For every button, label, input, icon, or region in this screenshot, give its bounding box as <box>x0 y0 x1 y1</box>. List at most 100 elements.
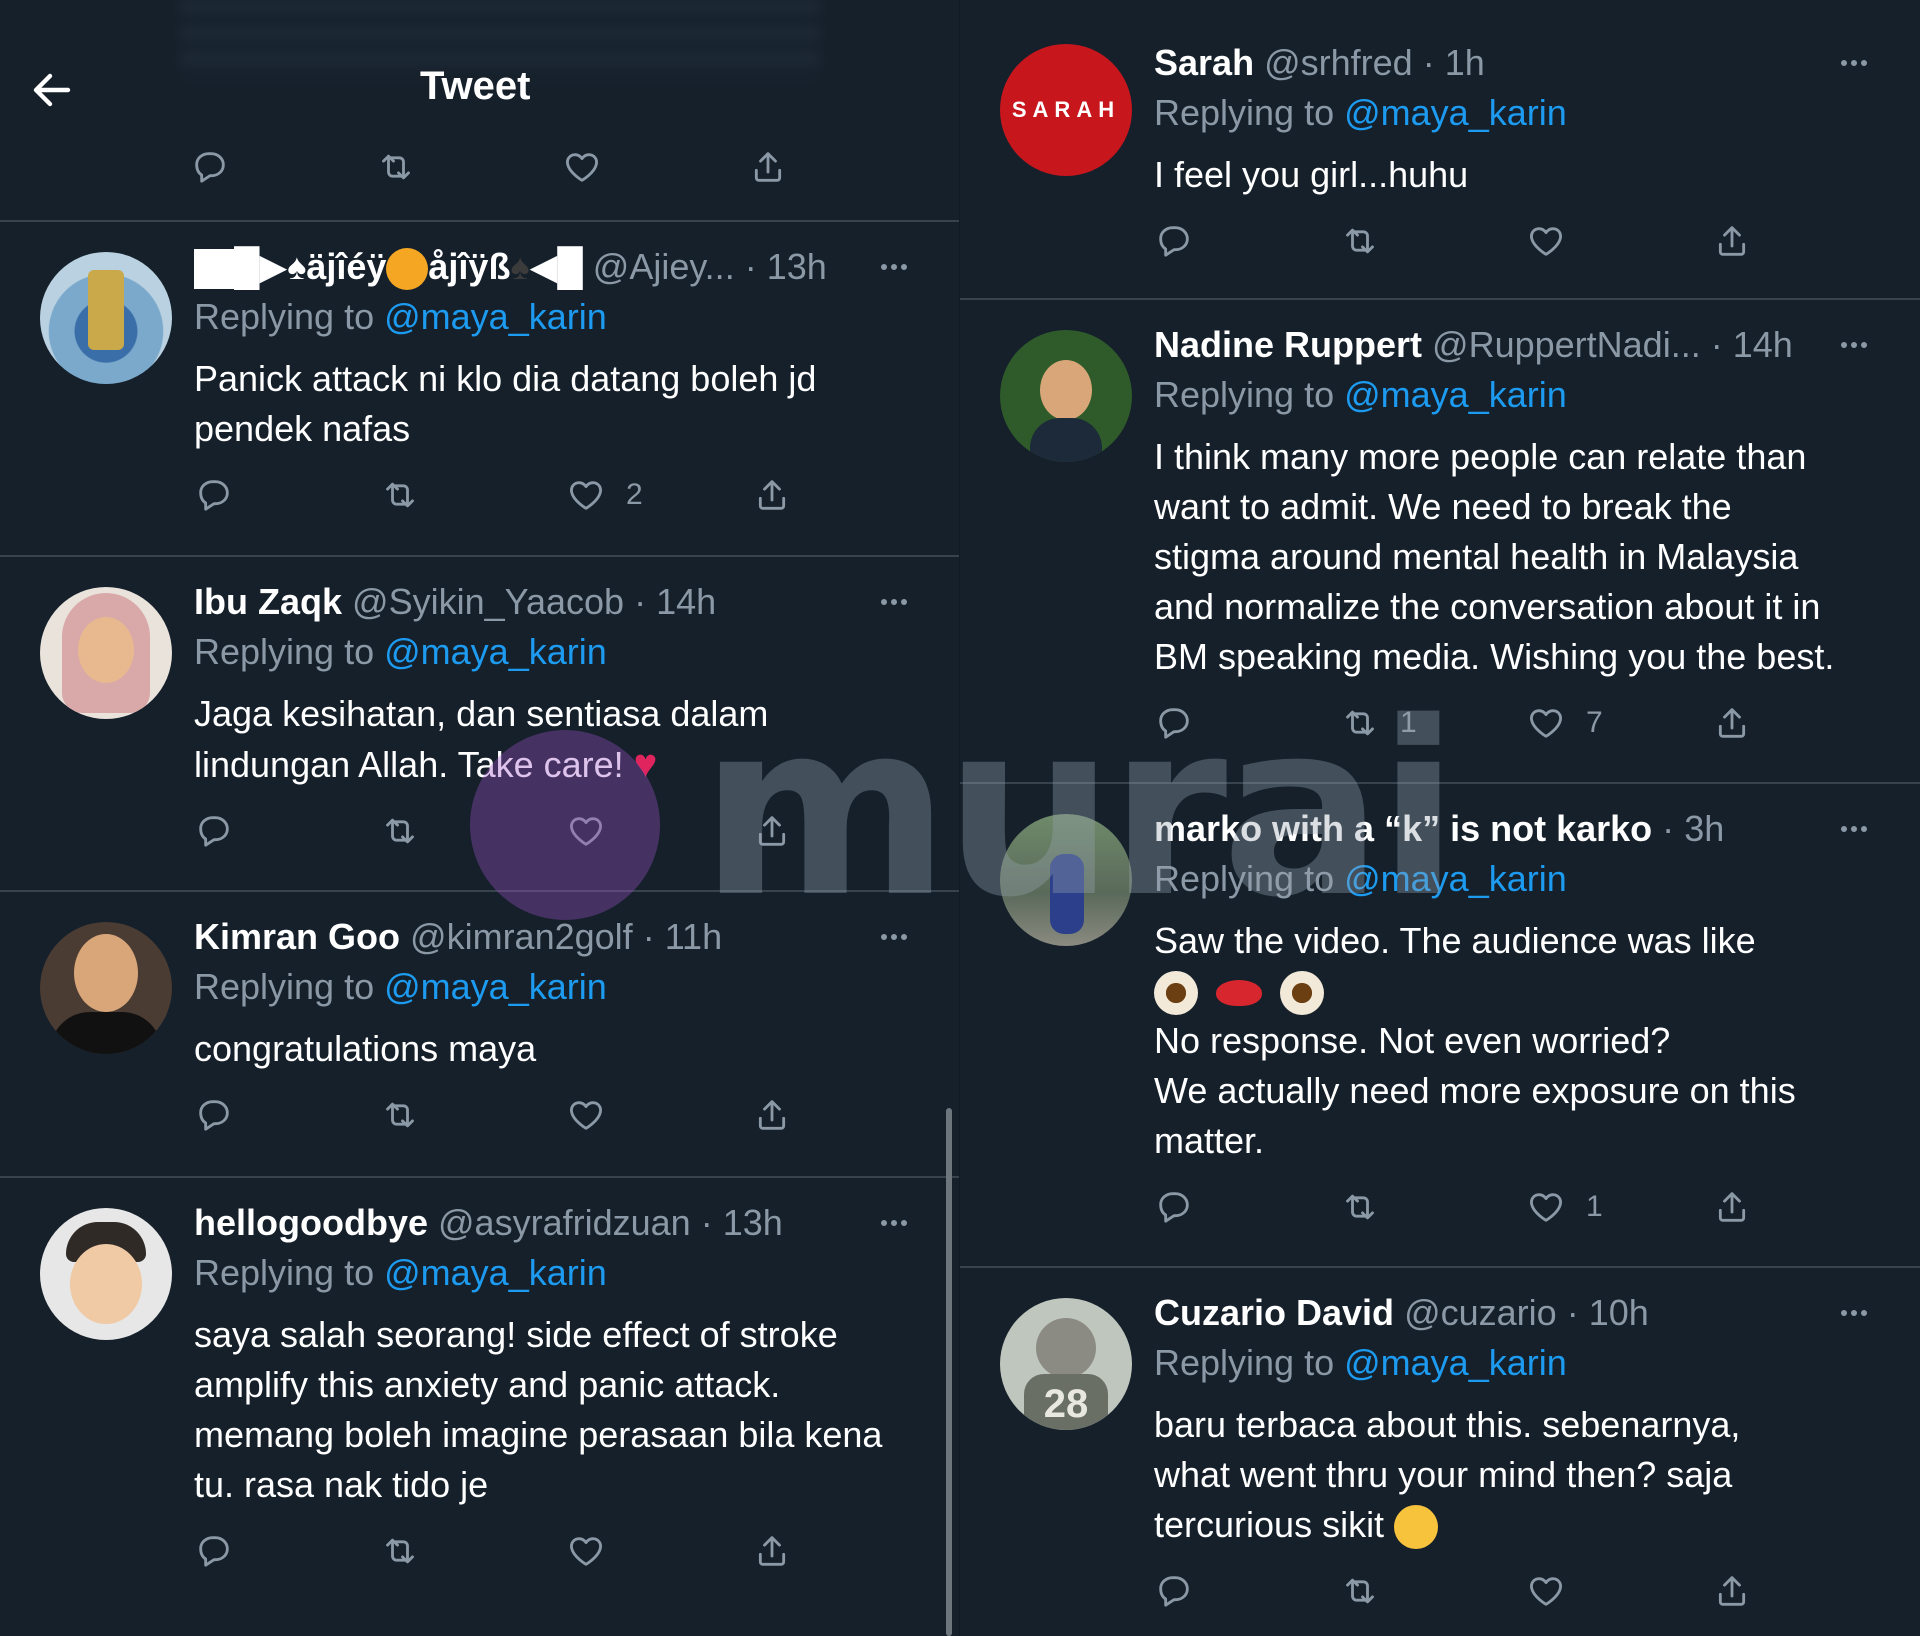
share-button[interactable] <box>752 1524 792 1578</box>
retweet-button[interactable] <box>1340 1180 1380 1234</box>
tweet-actions <box>1154 1564 1876 1618</box>
more-button[interactable] <box>1832 38 1876 88</box>
share-button[interactable] <box>752 1088 792 1142</box>
timestamp[interactable]: 11h <box>665 916 722 957</box>
like-button[interactable]: 1 <box>1526 1180 1603 1234</box>
share-button[interactable] <box>752 468 792 522</box>
reply-button[interactable] <box>1154 214 1194 268</box>
display-name[interactable]: hellogoodbye <box>194 1202 428 1243</box>
avatar[interactable] <box>40 922 172 1054</box>
like-button[interactable] <box>566 1088 606 1142</box>
retweet-button[interactable]: 1 <box>1340 696 1417 750</box>
back-button[interactable] <box>24 62 80 118</box>
timestamp[interactable]: 1h <box>1445 42 1485 83</box>
display-name[interactable]: Sarah <box>1154 42 1254 83</box>
username[interactable]: @srhfred <box>1264 42 1413 83</box>
more-button[interactable] <box>872 1198 916 1248</box>
display-name[interactable]: marko with a “k” is not karko <box>1154 808 1652 849</box>
reply-button[interactable] <box>194 1088 234 1142</box>
share-button[interactable] <box>1712 696 1752 750</box>
timestamp[interactable]: 13h <box>723 1202 783 1243</box>
more-button[interactable] <box>872 242 916 292</box>
mention-link[interactable]: @maya_karin <box>1344 858 1567 899</box>
username[interactable]: @asyrafridzuan <box>438 1202 691 1243</box>
avatar[interactable] <box>40 252 172 384</box>
timestamp[interactable]: 14h <box>656 581 716 622</box>
share-button[interactable] <box>752 804 792 858</box>
retweet-button[interactable] <box>1340 214 1380 268</box>
reply-button[interactable] <box>194 804 234 858</box>
display-name[interactable]: Cuzario David <box>1154 1292 1394 1333</box>
timestamp[interactable]: 10h <box>1589 1292 1649 1333</box>
mention-link[interactable]: @maya_karin <box>384 296 607 337</box>
divider <box>0 1176 960 1178</box>
block-glyph <box>194 249 234 290</box>
reply-button[interactable] <box>1154 1180 1194 1234</box>
avatar[interactable]: SARAH <box>1000 44 1132 176</box>
original-tweet-actions <box>190 140 810 190</box>
reply-button[interactable] <box>190 140 230 194</box>
mention-link[interactable]: @maya_karin <box>384 966 607 1007</box>
like-button[interactable]: 7 <box>1526 696 1603 750</box>
share-button[interactable] <box>1712 1180 1752 1234</box>
avatar[interactable]: 28 <box>1000 1298 1132 1430</box>
reply-button[interactable] <box>194 1524 234 1578</box>
retweet-icon <box>1340 1187 1380 1227</box>
reply-button[interactable] <box>1154 696 1194 750</box>
like-icon <box>566 475 606 515</box>
retweet-button[interactable] <box>376 140 416 194</box>
mention-link[interactable]: @maya_karin <box>1344 1342 1567 1383</box>
retweet-button[interactable] <box>1340 1564 1380 1618</box>
mention-link[interactable]: @maya_karin <box>1344 92 1567 133</box>
more-button[interactable] <box>1832 320 1876 370</box>
display-name[interactable]: Nadine Ruppert <box>1154 324 1422 365</box>
display-name[interactable]: Kimran Goo <box>194 916 400 957</box>
timestamp[interactable]: 14h <box>1733 324 1793 365</box>
timestamp[interactable]: 13h <box>767 246 827 287</box>
mention-link[interactable]: @maya_karin <box>1344 374 1567 415</box>
tweet-text: baru terbaca about this. sebenarnya, wha… <box>1154 1400 1876 1550</box>
share-button[interactable] <box>1712 214 1752 268</box>
tweet-text: Jaga kesihatan, dan sentiasa dalam lindu… <box>194 693 769 786</box>
retweet-button[interactable] <box>380 1088 420 1142</box>
tweet-actions: 2 <box>194 468 916 522</box>
username[interactable]: @cuzario <box>1404 1292 1557 1333</box>
reply-icon <box>190 147 230 187</box>
avatar[interactable] <box>40 587 172 719</box>
avatar[interactable] <box>40 1208 172 1340</box>
like-button[interactable] <box>566 1524 606 1578</box>
display-name[interactable]: Ibu Zaqk <box>194 581 342 622</box>
share-button[interactable] <box>748 140 788 194</box>
display-name[interactable]: █▶♠äjîéÿ åjîÿß♠◀█ <box>194 246 583 291</box>
timestamp[interactable]: 3h <box>1684 808 1724 849</box>
mention-link[interactable]: @maya_karin <box>384 1252 607 1293</box>
retweet-button[interactable] <box>380 1524 420 1578</box>
mention-link[interactable]: @maya_karin <box>384 631 607 672</box>
like-button[interactable] <box>1526 1564 1566 1618</box>
username[interactable]: @Syikin_Yaacob <box>352 581 624 622</box>
like-button[interactable] <box>566 804 606 858</box>
like-button[interactable]: 2 <box>566 468 643 522</box>
username[interactable]: @RuppertNadi... <box>1432 324 1701 365</box>
replying-to: Replying to @maya_karin <box>194 631 607 672</box>
username[interactable]: @kimran2golf <box>410 916 633 957</box>
more-button[interactable] <box>1832 1288 1876 1338</box>
more-button[interactable] <box>872 577 916 627</box>
jersey-image: 28 <box>1024 1374 1108 1430</box>
username[interactable]: @Ajiey... <box>593 246 735 287</box>
like-button[interactable] <box>1526 214 1566 268</box>
retweet-button[interactable] <box>380 468 420 522</box>
more-button[interactable] <box>872 912 916 962</box>
spade-emoji: ♠ <box>510 246 530 287</box>
like-button[interactable] <box>562 140 602 194</box>
more-button[interactable] <box>1832 804 1876 854</box>
reply-button[interactable] <box>194 468 234 522</box>
scrollbar[interactable] <box>946 1108 952 1636</box>
share-button[interactable] <box>1712 1564 1752 1618</box>
retweet-button[interactable] <box>380 804 420 858</box>
reply-button[interactable] <box>1154 1564 1194 1618</box>
tweet-text: saya salah seorang! side effect of strok… <box>194 1314 883 1505</box>
share-icon <box>1712 1187 1752 1227</box>
avatar[interactable] <box>1000 330 1132 462</box>
avatar[interactable] <box>1000 814 1132 946</box>
